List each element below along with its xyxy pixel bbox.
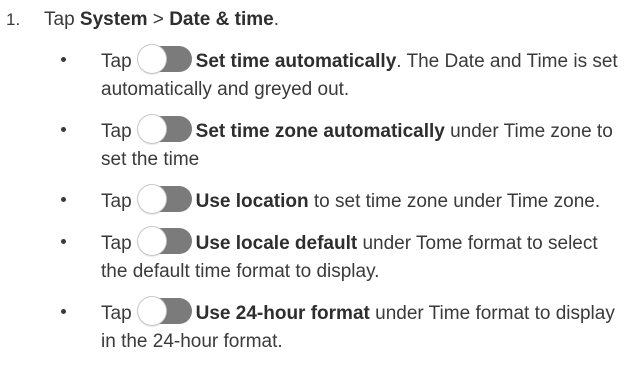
tap-label: Tap — [101, 191, 132, 212]
tap-label: Tap — [101, 233, 132, 254]
step-prefix: Tap — [44, 9, 80, 30]
step-instruction: Tap System > Date & time. — [44, 6, 279, 34]
tap-label: Tap — [101, 121, 132, 142]
bullet-icon — [61, 57, 66, 62]
setting-name: Use 24-hour format — [195, 303, 370, 324]
system-label: System — [79, 9, 148, 30]
bullet-icon — [61, 127, 66, 132]
tap-label: Tap — [101, 303, 132, 324]
step-1: 1. Tap System > Date & time. — [0, 6, 633, 34]
date-time-label: Date & time — [169, 9, 274, 30]
toggle-knob — [137, 185, 166, 213]
toggle-switch-off-icon — [137, 185, 192, 213]
bullet-icon — [61, 239, 66, 244]
setting-description: to set time zone under Time zone. — [308, 191, 601, 212]
toggle-knob — [137, 115, 166, 143]
setting-name: Use locale default — [195, 233, 358, 254]
sub-step-set-time-automatically: Tap Set time automatically. The Date and … — [0, 45, 621, 104]
toggle-knob — [137, 227, 166, 255]
step-number: 1. — [6, 10, 21, 29]
sub-step-list: Tap Set time automatically. The Date and … — [0, 45, 633, 367]
toggle-knob — [137, 297, 166, 325]
setting-name: Use location — [195, 191, 309, 212]
toggle-switch-off-icon — [137, 227, 192, 255]
sub-step-use-locale-default: Tap Use locale default under Tome format … — [0, 227, 621, 286]
setting-name: Set time zone automatically — [195, 121, 445, 142]
step-suffix: . — [273, 9, 279, 30]
setting-name: Set time automatically — [195, 51, 397, 72]
breadcrumb-separator: > — [147, 9, 170, 30]
bullet-icon — [61, 309, 66, 314]
step-1-line: 1. Tap System > Date & time. — [0, 6, 633, 34]
bullet-icon — [61, 197, 66, 202]
toggle-knob — [137, 45, 166, 73]
tap-label: Tap — [101, 51, 132, 72]
toggle-switch-off-icon — [137, 297, 192, 325]
sub-step-use-location: Tap Use location to set time zone under T… — [0, 185, 621, 216]
sub-step-use-24-hour-format: Tap Use 24-hour format under Time format … — [0, 297, 621, 356]
toggle-switch-off-icon — [137, 115, 192, 143]
sub-step-set-time-zone-automatically: Tap Set time zone automatically under Tim… — [0, 115, 621, 174]
toggle-switch-off-icon — [137, 45, 192, 73]
